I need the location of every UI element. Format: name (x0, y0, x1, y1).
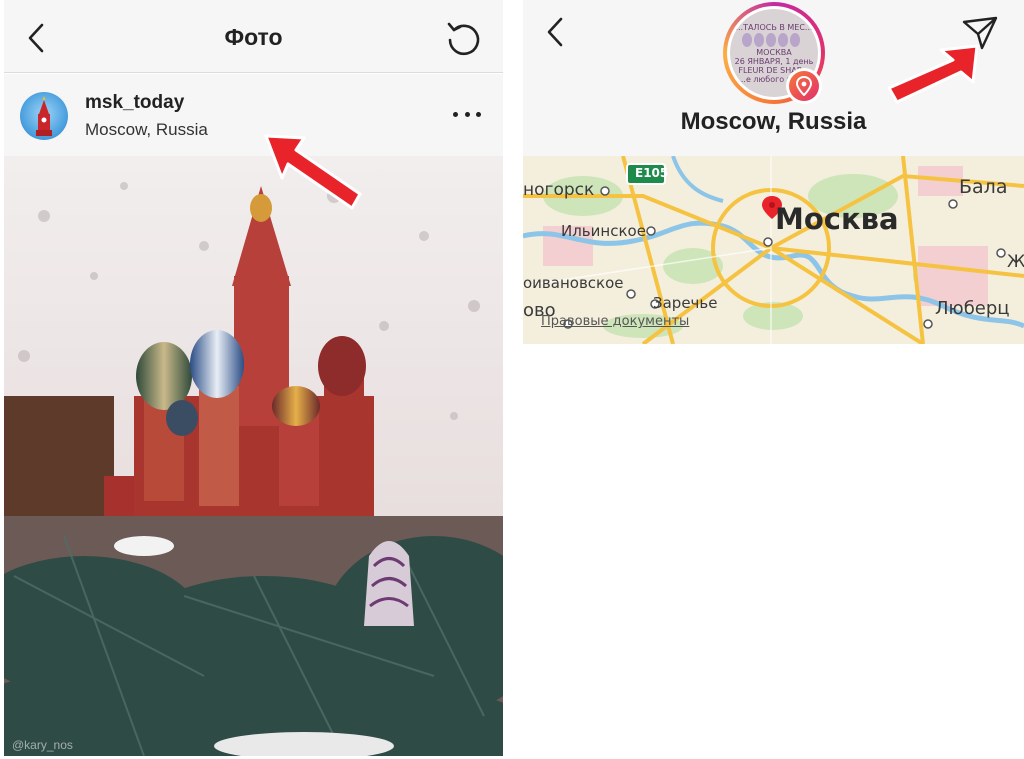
screenshot-root: Фото msk_today Moscow, Russia @kary_nos … (0, 0, 1024, 759)
location-screen: ...ТАЛОСЬ В МЕС... МОСКВА 26 ЯНВАРЯ, 1 д… (523, 0, 1024, 759)
photo-header: Фото (4, 0, 503, 73)
post-location-link[interactable]: Moscow, Russia (85, 120, 208, 140)
location-map[interactable]: E105 Москва ногорск Ильинское оивановско… (523, 156, 1024, 344)
location-pin-icon (795, 76, 813, 96)
photo-screen: Фото msk_today Moscow, Russia @kary_nos (4, 0, 503, 759)
map-place-label: Ильинское (561, 222, 646, 240)
location-badge (786, 68, 822, 104)
saint-basils-cathedral-image (4, 156, 503, 756)
post-photo[interactable]: @kary_nos (4, 156, 503, 756)
map-place-label: Бала (959, 176, 1008, 198)
page-title: Фото (224, 24, 283, 50)
refresh-icon (447, 22, 480, 56)
photo-credit: @kary_nos (12, 738, 73, 752)
kremlin-tower-icon (36, 96, 52, 136)
post-username[interactable]: msk_today (85, 92, 184, 114)
refresh-button[interactable] (443, 18, 483, 58)
map-place-label: Заречье (653, 294, 718, 312)
map-city-label: Москва (775, 202, 899, 236)
chevron-left-icon (547, 17, 563, 47)
more-horizontal-icon (453, 111, 458, 117)
annotation-arrow-icon (887, 44, 979, 104)
map-legal-link[interactable]: Правовые документы (541, 314, 689, 329)
map-place-label: оивановское (523, 274, 624, 292)
map-place-label: Люберц (935, 298, 1010, 319)
map-place-label: ногорск (523, 180, 595, 200)
more-options-button[interactable] (453, 102, 481, 126)
avatar[interactable] (20, 92, 68, 140)
annotation-arrow-icon (264, 134, 362, 210)
map-place-label: Ж (1007, 252, 1024, 272)
location-title: Moscow, Russia (680, 108, 867, 135)
road-badge: E105 (635, 166, 669, 180)
back-button[interactable] (537, 14, 573, 50)
nail-art-icon (742, 32, 800, 47)
post-header: msk_today Moscow, Russia (4, 74, 503, 156)
